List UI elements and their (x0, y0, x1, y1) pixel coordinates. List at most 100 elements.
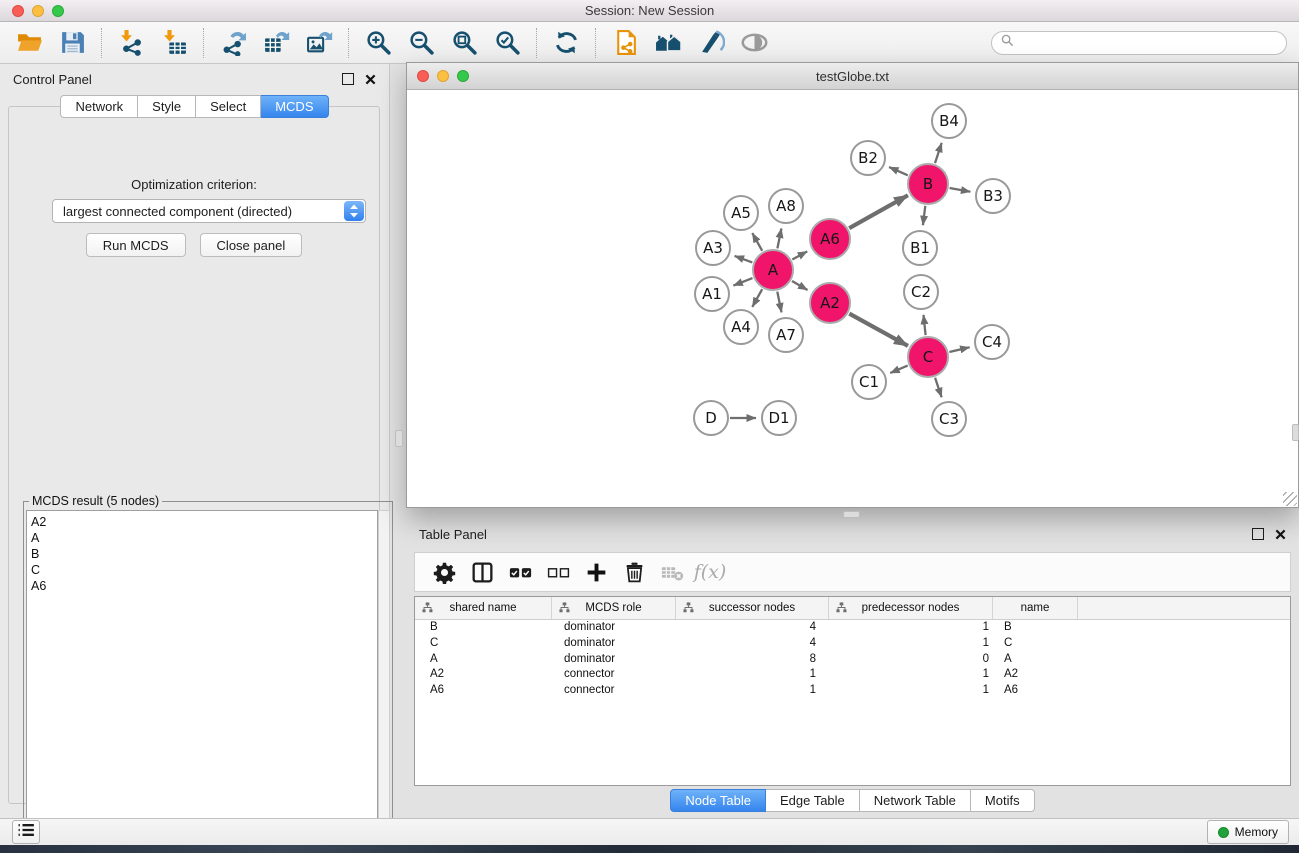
open-session-button[interactable] (604, 26, 647, 60)
network-close-button[interactable] (417, 70, 429, 82)
edge-B-B1[interactable] (923, 206, 925, 225)
control-panel-header: Control Panel (0, 64, 389, 94)
export-table-button[interactable] (255, 26, 298, 60)
table-row[interactable]: Bdominator41B (415, 620, 1290, 636)
zoom-selected-button[interactable] (486, 26, 529, 60)
cytoscape-app: Session: New Session Control Panel Netwo… (0, 0, 1299, 853)
export-image-button[interactable] (298, 26, 341, 60)
node-label-B3: B3 (983, 187, 1003, 205)
result-item-C[interactable]: C (27, 562, 377, 578)
edge-A-A3[interactable] (735, 256, 753, 263)
memory-status-icon (1218, 827, 1229, 838)
splitter-grip-right[interactable] (1292, 424, 1299, 441)
splitter-grip-left[interactable] (395, 430, 403, 447)
delete-column-button[interactable] (615, 556, 653, 588)
table-row[interactable]: Adominator80A (415, 652, 1290, 668)
edge-B-B2[interactable] (889, 167, 908, 175)
table-cell: C (993, 636, 1078, 652)
refresh-button[interactable] (545, 26, 588, 60)
float-panel-icon[interactable] (342, 73, 354, 85)
result-item-A6[interactable]: A6 (27, 578, 377, 594)
edge-B-B3[interactable] (950, 188, 971, 192)
close-panel-button[interactable]: Close panel (200, 233, 303, 257)
node-label-A1: A1 (702, 285, 722, 303)
tab-style[interactable]: Style (138, 95, 196, 118)
mcds-result-list[interactable]: A2ABCA6 (26, 510, 378, 840)
bird-eye-view-button[interactable] (733, 26, 776, 60)
edge-C-C2[interactable] (924, 315, 926, 335)
run-mcds-button[interactable]: Run MCDS (86, 233, 186, 257)
zoom-out-button[interactable] (400, 26, 443, 60)
table-row[interactable]: Cdominator41C (415, 636, 1290, 652)
import-network-button[interactable] (110, 26, 153, 60)
tab-node-table[interactable]: Node Table (670, 789, 766, 812)
shared-column-icon (422, 602, 433, 613)
tab-motifs[interactable]: Motifs (971, 789, 1035, 812)
column-header-name[interactable]: name (993, 597, 1078, 619)
memory-button[interactable]: Memory (1207, 820, 1289, 844)
import-table-button[interactable] (153, 26, 196, 60)
table-row[interactable]: A2connector11A2 (415, 667, 1290, 683)
edge-A-A4[interactable] (752, 289, 762, 307)
zoom-fit-button[interactable] (443, 26, 486, 60)
zoom-window-button[interactable] (52, 5, 64, 17)
edge-A6-B[interactable] (849, 195, 908, 228)
close-panel-icon[interactable] (365, 74, 376, 85)
edge-B-B4[interactable] (935, 143, 942, 163)
column-header-predecessor-nodes[interactable]: predecessor nodes (829, 597, 993, 619)
open-file-button[interactable] (8, 26, 51, 60)
network-canvas[interactable]: AA1A2A3A4A5A6A7A8BB1B2B3B4CC1C2C3C4DD1 (407, 90, 1298, 507)
edge-A-A8[interactable] (777, 229, 781, 249)
window-resize-grip[interactable] (1283, 492, 1297, 506)
annotation-visibility-button[interactable] (690, 26, 733, 60)
edge-A-A5[interactable] (752, 233, 762, 251)
save-session-button[interactable] (51, 26, 94, 60)
tab-network-table[interactable]: Network Table (860, 789, 971, 812)
result-item-A[interactable]: A (27, 530, 377, 546)
column-visibility-button[interactable] (463, 556, 501, 588)
close-window-button[interactable] (12, 5, 24, 17)
search-input[interactable] (1019, 33, 1277, 53)
edge-A-A7[interactable] (777, 292, 781, 313)
table-float-panel-icon[interactable] (1252, 528, 1264, 540)
shared-column-icon (836, 602, 847, 613)
tab-mcds[interactable]: MCDS (261, 95, 328, 118)
result-item-B[interactable]: B (27, 546, 377, 562)
edge-A2-C[interactable] (849, 314, 908, 346)
export-network-button[interactable] (212, 26, 255, 60)
edge-C-C4[interactable] (949, 347, 969, 352)
toolbar-separator (101, 28, 103, 58)
column-header-MCDS-role[interactable]: MCDS role (552, 597, 676, 619)
deselect-all-button[interactable] (539, 556, 577, 588)
cybrowser-home-button[interactable] (647, 26, 690, 60)
edge-C-C1[interactable] (890, 366, 908, 373)
search-box[interactable] (991, 31, 1287, 55)
table-close-panel-icon[interactable] (1275, 529, 1286, 540)
zoom-in-button[interactable] (357, 26, 400, 60)
table-row[interactable]: A6connector11A6 (415, 683, 1290, 699)
edge-C-C3[interactable] (935, 378, 942, 397)
result-item-A2[interactable]: A2 (27, 514, 377, 530)
table-panel-title: Table Panel (419, 527, 487, 542)
result-scrollbar[interactable] (378, 510, 390, 840)
network-graph[interactable]: AA1A2A3A4A5A6A7A8BB1B2B3B4CC1C2C3C4DD1 (407, 90, 1298, 507)
criterion-dropdown[interactable]: largest connected component (directed) (52, 199, 366, 223)
network-window-titlebar[interactable]: testGlobe.txt (407, 63, 1298, 90)
select-all-button[interactable] (501, 556, 539, 588)
table-cell: 1 (676, 683, 829, 699)
edge-A-A2[interactable] (792, 281, 808, 290)
tab-network[interactable]: Network (60, 95, 138, 118)
task-history-button[interactable] (12, 820, 40, 844)
edge-A-A1[interactable] (733, 278, 752, 286)
column-header-successor-nodes[interactable]: successor nodes (676, 597, 829, 619)
column-header-shared-name[interactable]: shared name (415, 597, 552, 619)
tab-select[interactable]: Select (196, 95, 261, 118)
settings-gear-button[interactable] (425, 556, 463, 588)
tab-edge-table[interactable]: Edge Table (766, 789, 860, 812)
edge-A-A6[interactable] (792, 251, 807, 259)
network-zoom-button[interactable] (457, 70, 469, 82)
network-minimize-button[interactable] (437, 70, 449, 82)
minimize-window-button[interactable] (32, 5, 44, 17)
splitter-grip-bottom[interactable] (843, 511, 860, 518)
add-column-button[interactable] (577, 556, 615, 588)
